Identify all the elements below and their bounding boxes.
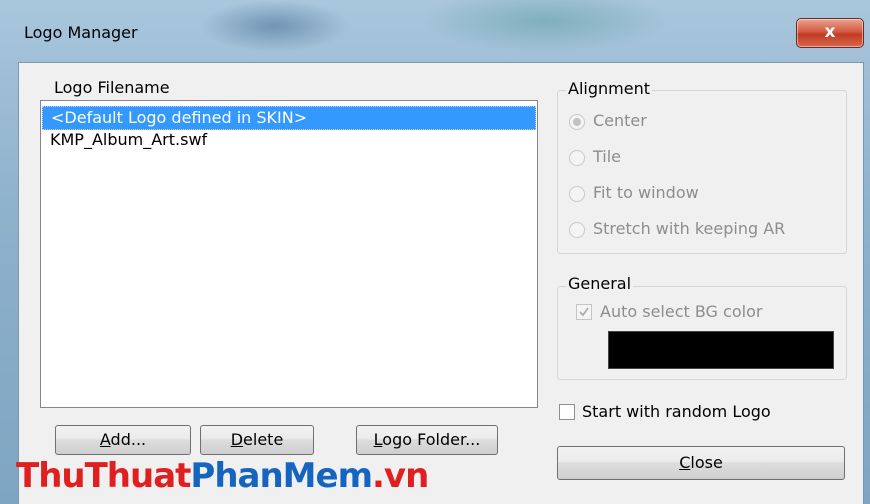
logo-filename-header: Logo Filename xyxy=(52,78,172,97)
random-logo-label: Start with random Logo xyxy=(582,402,771,421)
radio-stretch-keeping-ar[interactable] xyxy=(569,222,585,238)
delete-button[interactable]: Delete xyxy=(200,425,314,455)
logo-manager-window: Logo Manager x Logo Filename <Default Lo… xyxy=(0,0,870,504)
close-button-label: Close xyxy=(679,453,723,472)
list-item-default-logo[interactable]: <Default Logo defined in SKIN> xyxy=(42,106,536,130)
checkmark-icon xyxy=(579,307,589,317)
watermark-part-1: ThuThuat xyxy=(16,456,191,496)
bg-color-swatch[interactable] xyxy=(608,331,834,369)
watermark-logo: ThuThuatPhanMem.vn xyxy=(16,456,429,496)
add-button-label: Add... xyxy=(99,430,147,449)
random-logo-checkbox[interactable] xyxy=(559,404,575,420)
alignment-group-title: Alignment xyxy=(566,79,652,98)
radio-tile[interactable] xyxy=(569,150,585,166)
title-bar-background-art-2 xyxy=(420,0,670,52)
close-icon: x xyxy=(824,22,836,42)
radio-fit-to-window-label: Fit to window xyxy=(593,183,699,202)
close-button[interactable]: Close xyxy=(557,446,845,480)
list-item-kmp-album-art[interactable]: KMP_Album_Art.swf xyxy=(42,129,207,151)
add-button[interactable]: Add... xyxy=(55,425,191,455)
close-window-button[interactable]: x xyxy=(796,18,864,48)
logo-folder-button[interactable]: Logo Folder... xyxy=(356,425,498,455)
logo-folder-button-label: Logo Folder... xyxy=(373,430,481,449)
radio-stretch-keeping-ar-label: Stretch with keeping AR xyxy=(593,219,786,238)
radio-tile-label: Tile xyxy=(593,147,622,166)
logo-listbox[interactable]: <Default Logo defined in SKIN> KMP_Album… xyxy=(40,100,538,408)
auto-bg-label: Auto select BG color xyxy=(600,302,763,321)
window-title: Logo Manager xyxy=(24,23,138,42)
watermark-part-2: PhanMem xyxy=(190,456,373,496)
radio-center[interactable] xyxy=(569,114,585,130)
title-bar-background-art xyxy=(200,0,350,52)
general-group-title: General xyxy=(566,274,634,293)
radio-fit-to-window[interactable] xyxy=(569,186,585,202)
title-bar[interactable]: Logo Manager x xyxy=(0,0,870,54)
radio-center-label: Center xyxy=(593,111,647,130)
auto-bg-checkbox[interactable] xyxy=(576,304,592,320)
watermark-part-3: .vn xyxy=(372,456,429,496)
delete-button-label: Delete xyxy=(230,430,284,449)
